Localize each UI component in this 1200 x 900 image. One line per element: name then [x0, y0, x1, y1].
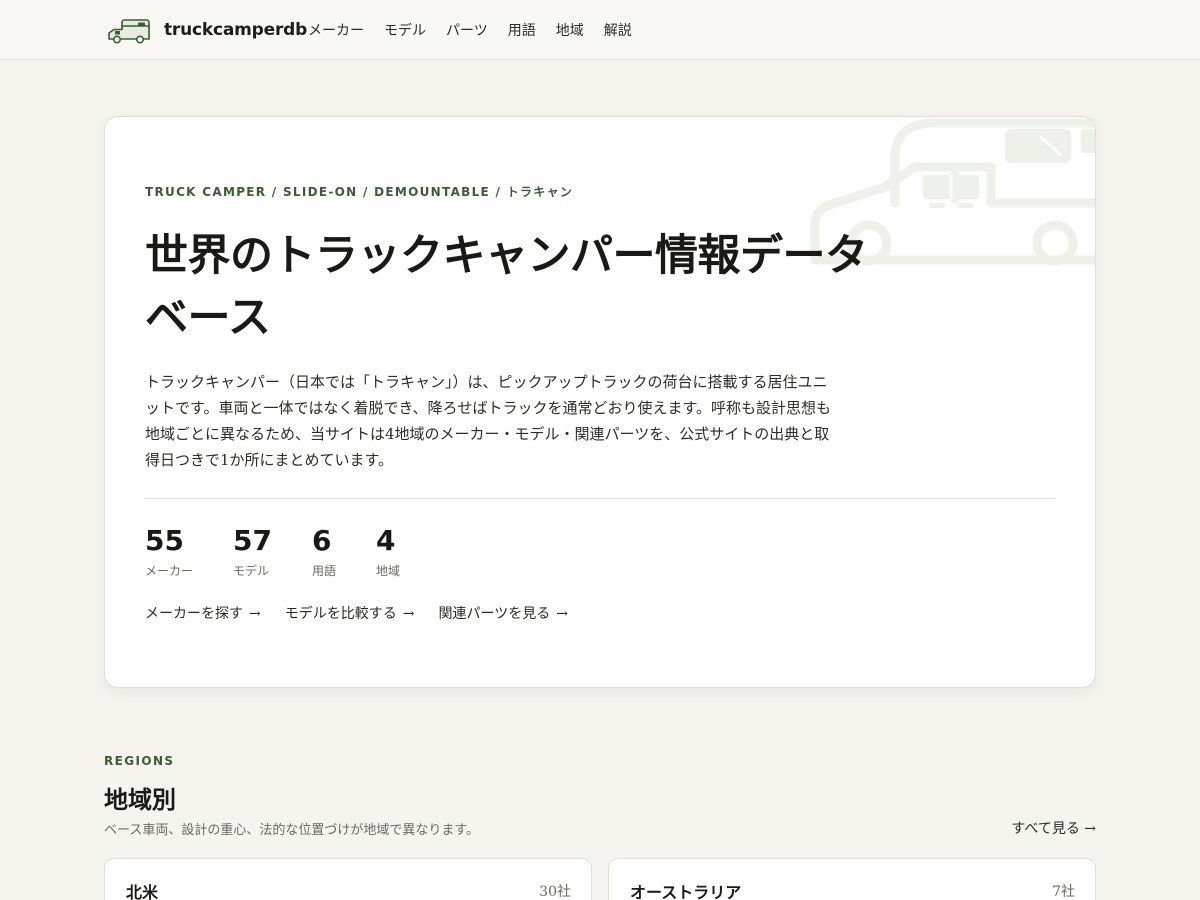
truck-camper-logo-icon — [108, 19, 150, 44]
arrow-right-icon: → — [402, 606, 415, 622]
nav-parts[interactable]: パーツ — [446, 20, 488, 40]
nav-guides[interactable]: 解説 — [604, 20, 632, 40]
find-makers-link[interactable]: メーカーを探す → — [145, 603, 261, 623]
stat-value: 6 — [311, 524, 332, 557]
nav-regions[interactable]: 地域 — [556, 20, 584, 40]
stat-makers: 55 メーカー — [145, 523, 193, 579]
region-card-north-america[interactable]: 北米 30社 — [104, 858, 592, 900]
stat-value: 55 — [145, 524, 184, 557]
stat-terms: 6 用語 — [312, 523, 336, 579]
link-label: 関連パーツを見る — [438, 606, 551, 622]
link-label: メーカーを探す — [145, 606, 243, 622]
brand-home-link[interactable]: truckcamperdb — [106, 14, 307, 46]
stat-label: メーカー — [145, 564, 194, 578]
region-count: 7社 — [1052, 884, 1075, 900]
compare-models-link[interactable]: モデルを比較する → — [285, 603, 415, 623]
region-name: 北米 — [126, 883, 159, 900]
stat-models: 57 モデル — [233, 523, 272, 579]
stat-value: 57 — [233, 524, 272, 557]
regions-eyebrow: REGIONS — [104, 754, 175, 768]
region-card-australia[interactable]: オーストラリア 7社 — [608, 858, 1096, 900]
page-title: 世界のトラックキャンパー情報データベース — [145, 231, 868, 343]
nav-models[interactable]: モデル — [384, 20, 426, 40]
brand-name: truckcamperdb — [164, 20, 308, 40]
see-all-regions-link[interactable]: すべて見る → — [1011, 818, 1096, 838]
link-label: モデルを比較する — [284, 606, 397, 622]
arrow-right-icon: → — [249, 606, 261, 622]
main-nav: メーカー モデル パーツ 用語 地域 解説 — [308, 18, 632, 42]
stat-regions: 4 地域 — [376, 523, 400, 579]
hero-card: TRUCK CAMPER / SLIDE-ON / DEMOUNTABLE / … — [104, 116, 1096, 688]
nav-glossary[interactable]: 用語 — [508, 20, 536, 40]
regions-title: 地域別 — [104, 785, 176, 814]
hero-divider — [145, 498, 1055, 499]
stat-label: モデル — [233, 564, 270, 578]
stat-value: 4 — [376, 524, 396, 557]
stats: 55 メーカー 57 モデル 6 用語 4 地域 — [145, 523, 400, 579]
stat-label: 用語 — [311, 564, 336, 578]
stat-label: 地域 — [376, 564, 401, 578]
arrow-right-icon: → — [556, 606, 568, 622]
site-header: truckcamperdb メーカー モデル パーツ 用語 地域 解説 — [0, 0, 1200, 60]
regions-description: ベース車両、設計の重心、法的な位置づけが地域で異なります。 — [104, 823, 480, 838]
hero-description: トラックキャンパー（日本では「トラキャン」）は、ピックアップトラックの荷台に搭載… — [145, 373, 831, 469]
region-count: 30社 — [539, 884, 571, 900]
hero-links: メーカーを探す → モデルを比較する → 関連パーツを見る → — [145, 603, 568, 623]
nav-makers[interactable]: メーカー — [308, 20, 364, 40]
hero-eyebrow: TRUCK CAMPER / SLIDE-ON / DEMOUNTABLE / … — [145, 185, 574, 199]
region-name: オーストラリア — [630, 883, 742, 900]
view-parts-link[interactable]: 関連パーツを見る → — [438, 603, 567, 623]
